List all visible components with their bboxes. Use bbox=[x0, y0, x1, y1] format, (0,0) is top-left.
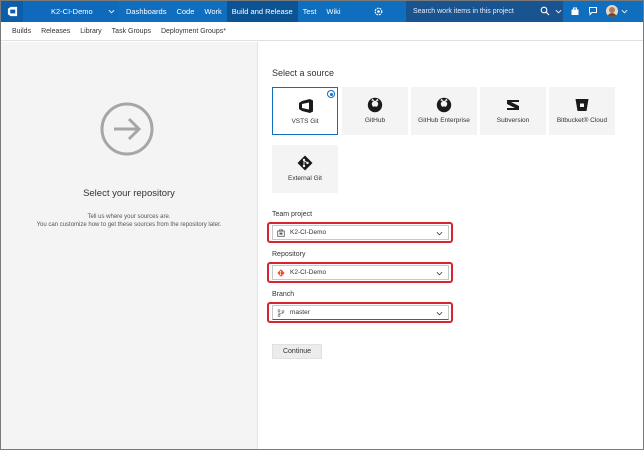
avatar[interactable] bbox=[606, 5, 618, 17]
chevron-down-icon bbox=[436, 311, 443, 316]
tile-label: VSTS Git bbox=[291, 118, 319, 125]
source-tile-vsts-git[interactable]: VSTS Git bbox=[272, 87, 338, 135]
subnav-deployment-groups[interactable]: Deployment Groups* bbox=[156, 22, 231, 40]
vsts-logo[interactable] bbox=[1, 1, 23, 22]
tile-label: GitHub Enterprise bbox=[418, 117, 470, 124]
sub-navigation: Builds Releases Library Task Groups Depl… bbox=[1, 22, 643, 41]
repository-label: Repository bbox=[272, 251, 306, 258]
chevron-down-icon[interactable] bbox=[621, 8, 628, 15]
source-tile-external-git[interactable]: External Git bbox=[272, 145, 338, 193]
selected-radio bbox=[327, 90, 335, 98]
subnav-task-groups[interactable]: Task Groups bbox=[107, 22, 156, 40]
project-name: K2-CI-Demo bbox=[51, 7, 93, 16]
project-icon bbox=[277, 228, 285, 237]
subnav-builds[interactable]: Builds bbox=[7, 22, 36, 40]
team-project-label: Team project bbox=[272, 211, 313, 218]
team-project-value: K2-CI-Demo bbox=[290, 229, 327, 236]
search-icon[interactable] bbox=[540, 6, 550, 16]
git-repo-icon bbox=[277, 268, 285, 277]
team-project-dropdown[interactable]: K2-CI-Demo bbox=[272, 225, 449, 240]
source-tile-subversion[interactable]: Subversion bbox=[480, 87, 546, 135]
tile-label: GitHub bbox=[364, 117, 386, 124]
chevron-down-icon bbox=[436, 231, 443, 236]
nav-work[interactable]: Work bbox=[199, 1, 226, 22]
vsts-logo-icon bbox=[7, 6, 17, 17]
branch-value: master bbox=[290, 309, 310, 316]
vsts-icon bbox=[299, 99, 313, 113]
bitbucket-icon bbox=[575, 99, 589, 111]
github-enterprise-icon bbox=[436, 97, 452, 113]
continue-button[interactable]: Continue bbox=[272, 344, 322, 359]
arrow-right-circle-icon bbox=[100, 102, 154, 156]
github-icon bbox=[367, 97, 383, 113]
nav-wiki[interactable]: Wiki bbox=[321, 1, 345, 22]
subversion-icon bbox=[507, 100, 519, 110]
source-tile-bitbucket[interactable]: Bitbucket® Cloud bbox=[549, 87, 615, 135]
marketplace-bag-icon[interactable] bbox=[570, 6, 580, 16]
feedback-icon[interactable] bbox=[588, 6, 598, 16]
repository-dropdown[interactable]: K2-CI-Demo bbox=[272, 265, 449, 280]
subnav-library[interactable]: Library bbox=[75, 22, 106, 40]
source-tile-github-enterprise[interactable]: GitHub Enterprise bbox=[411, 87, 477, 135]
tile-label: Subversion bbox=[496, 117, 530, 124]
section-title: Select a source bbox=[272, 68, 335, 78]
chevron-down-icon bbox=[108, 9, 115, 14]
search-box[interactable]: Search work items in this project bbox=[406, 1, 563, 22]
main-nav: Dashboards Code Work Build and Release T… bbox=[121, 1, 346, 22]
git-icon bbox=[297, 155, 313, 171]
panel-description: You can customize how to get these sourc… bbox=[36, 222, 222, 228]
tile-label: Bitbucket® Cloud bbox=[556, 117, 608, 124]
tile-label: External Git bbox=[288, 175, 322, 182]
nav-build-and-release[interactable]: Build and Release bbox=[226, 1, 298, 22]
panel-description: Tell us where your sources are. bbox=[87, 214, 171, 220]
chevron-down-icon[interactable] bbox=[555, 8, 562, 15]
nav-test[interactable]: Test bbox=[298, 1, 322, 22]
search-placeholder: Search work items in this project bbox=[413, 8, 514, 15]
chevron-down-icon bbox=[436, 271, 443, 276]
app-window: K2-CI-Demo Dashboards Code Work Build an… bbox=[0, 0, 644, 450]
gear-icon[interactable] bbox=[373, 6, 384, 17]
nav-dashboards[interactable]: Dashboards bbox=[121, 1, 171, 22]
branch-icon bbox=[277, 308, 285, 317]
panel-title: Select your repository bbox=[83, 188, 175, 199]
source-tile-github[interactable]: GitHub bbox=[342, 87, 408, 135]
nav-code[interactable]: Code bbox=[171, 1, 199, 22]
branch-label: Branch bbox=[272, 291, 295, 298]
wizard-info-panel: Select your repository Tell us where you… bbox=[1, 42, 258, 449]
top-navigation-bar: K2-CI-Demo Dashboards Code Work Build an… bbox=[1, 1, 643, 22]
branch-dropdown[interactable]: master bbox=[272, 305, 449, 320]
subnav-releases[interactable]: Releases bbox=[36, 22, 75, 40]
project-selector[interactable]: K2-CI-Demo bbox=[23, 1, 119, 22]
repository-value: K2-CI-Demo bbox=[290, 269, 327, 276]
